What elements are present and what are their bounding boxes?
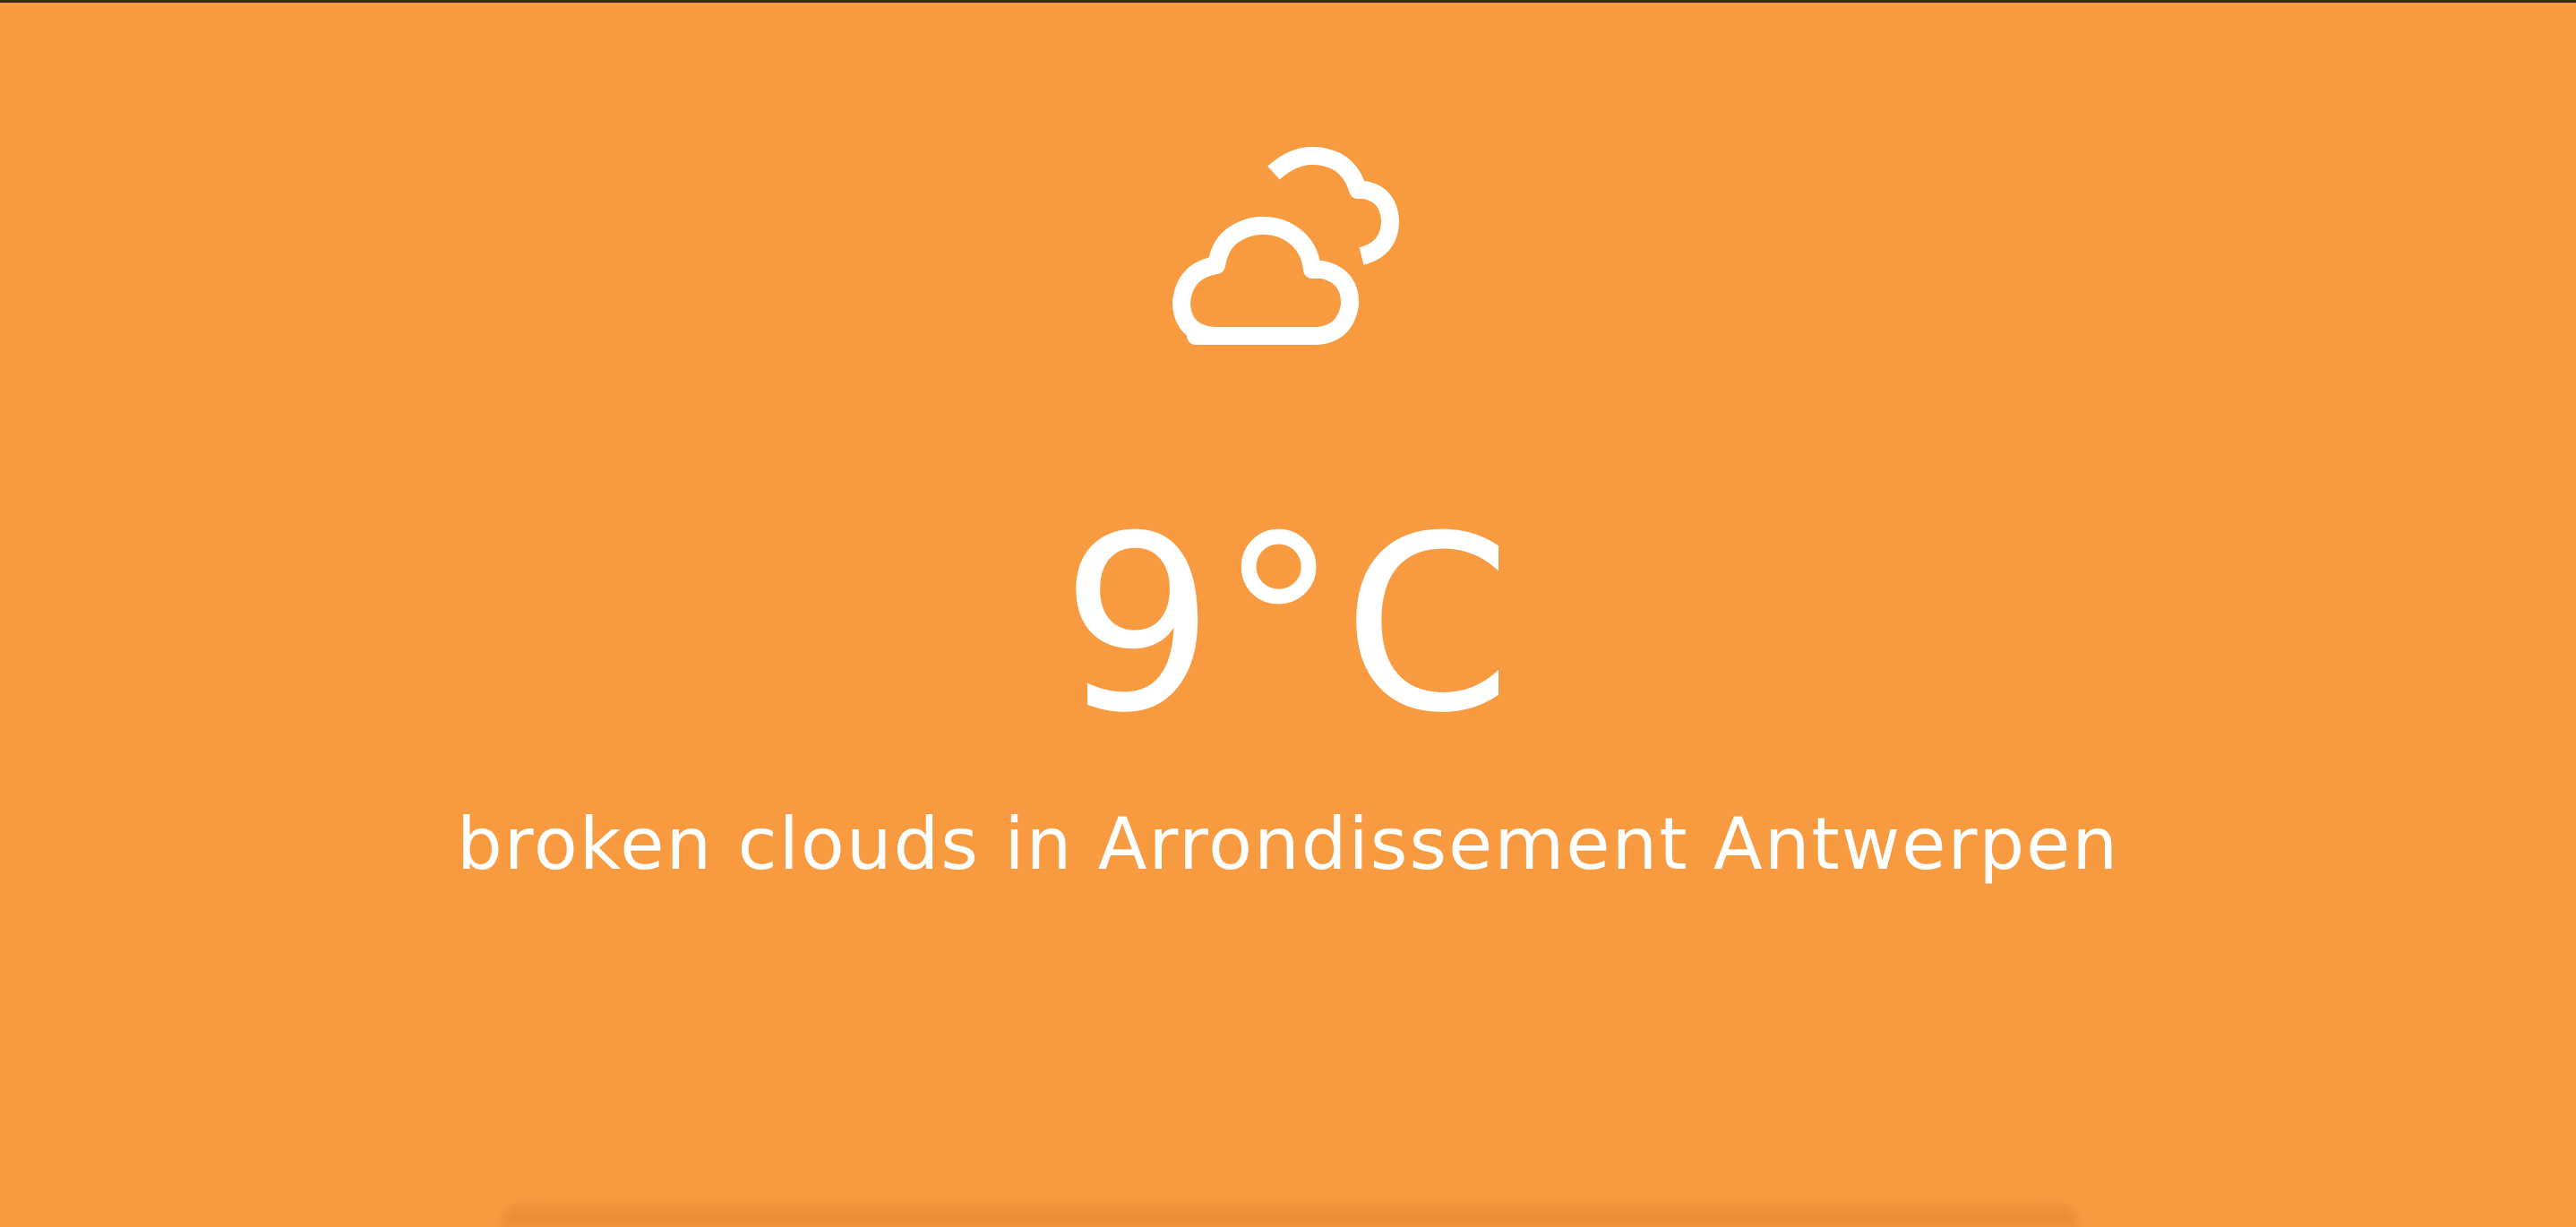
- weather-description: broken clouds in Arrondissement Antwerpe…: [456, 802, 2120, 886]
- window-top-border: [0, 0, 2576, 3]
- temperature-value: 9°C: [1060, 484, 1516, 766]
- cloudy-icon: [1138, 143, 1442, 349]
- bottom-card-shadow: [502, 1196, 2078, 1227]
